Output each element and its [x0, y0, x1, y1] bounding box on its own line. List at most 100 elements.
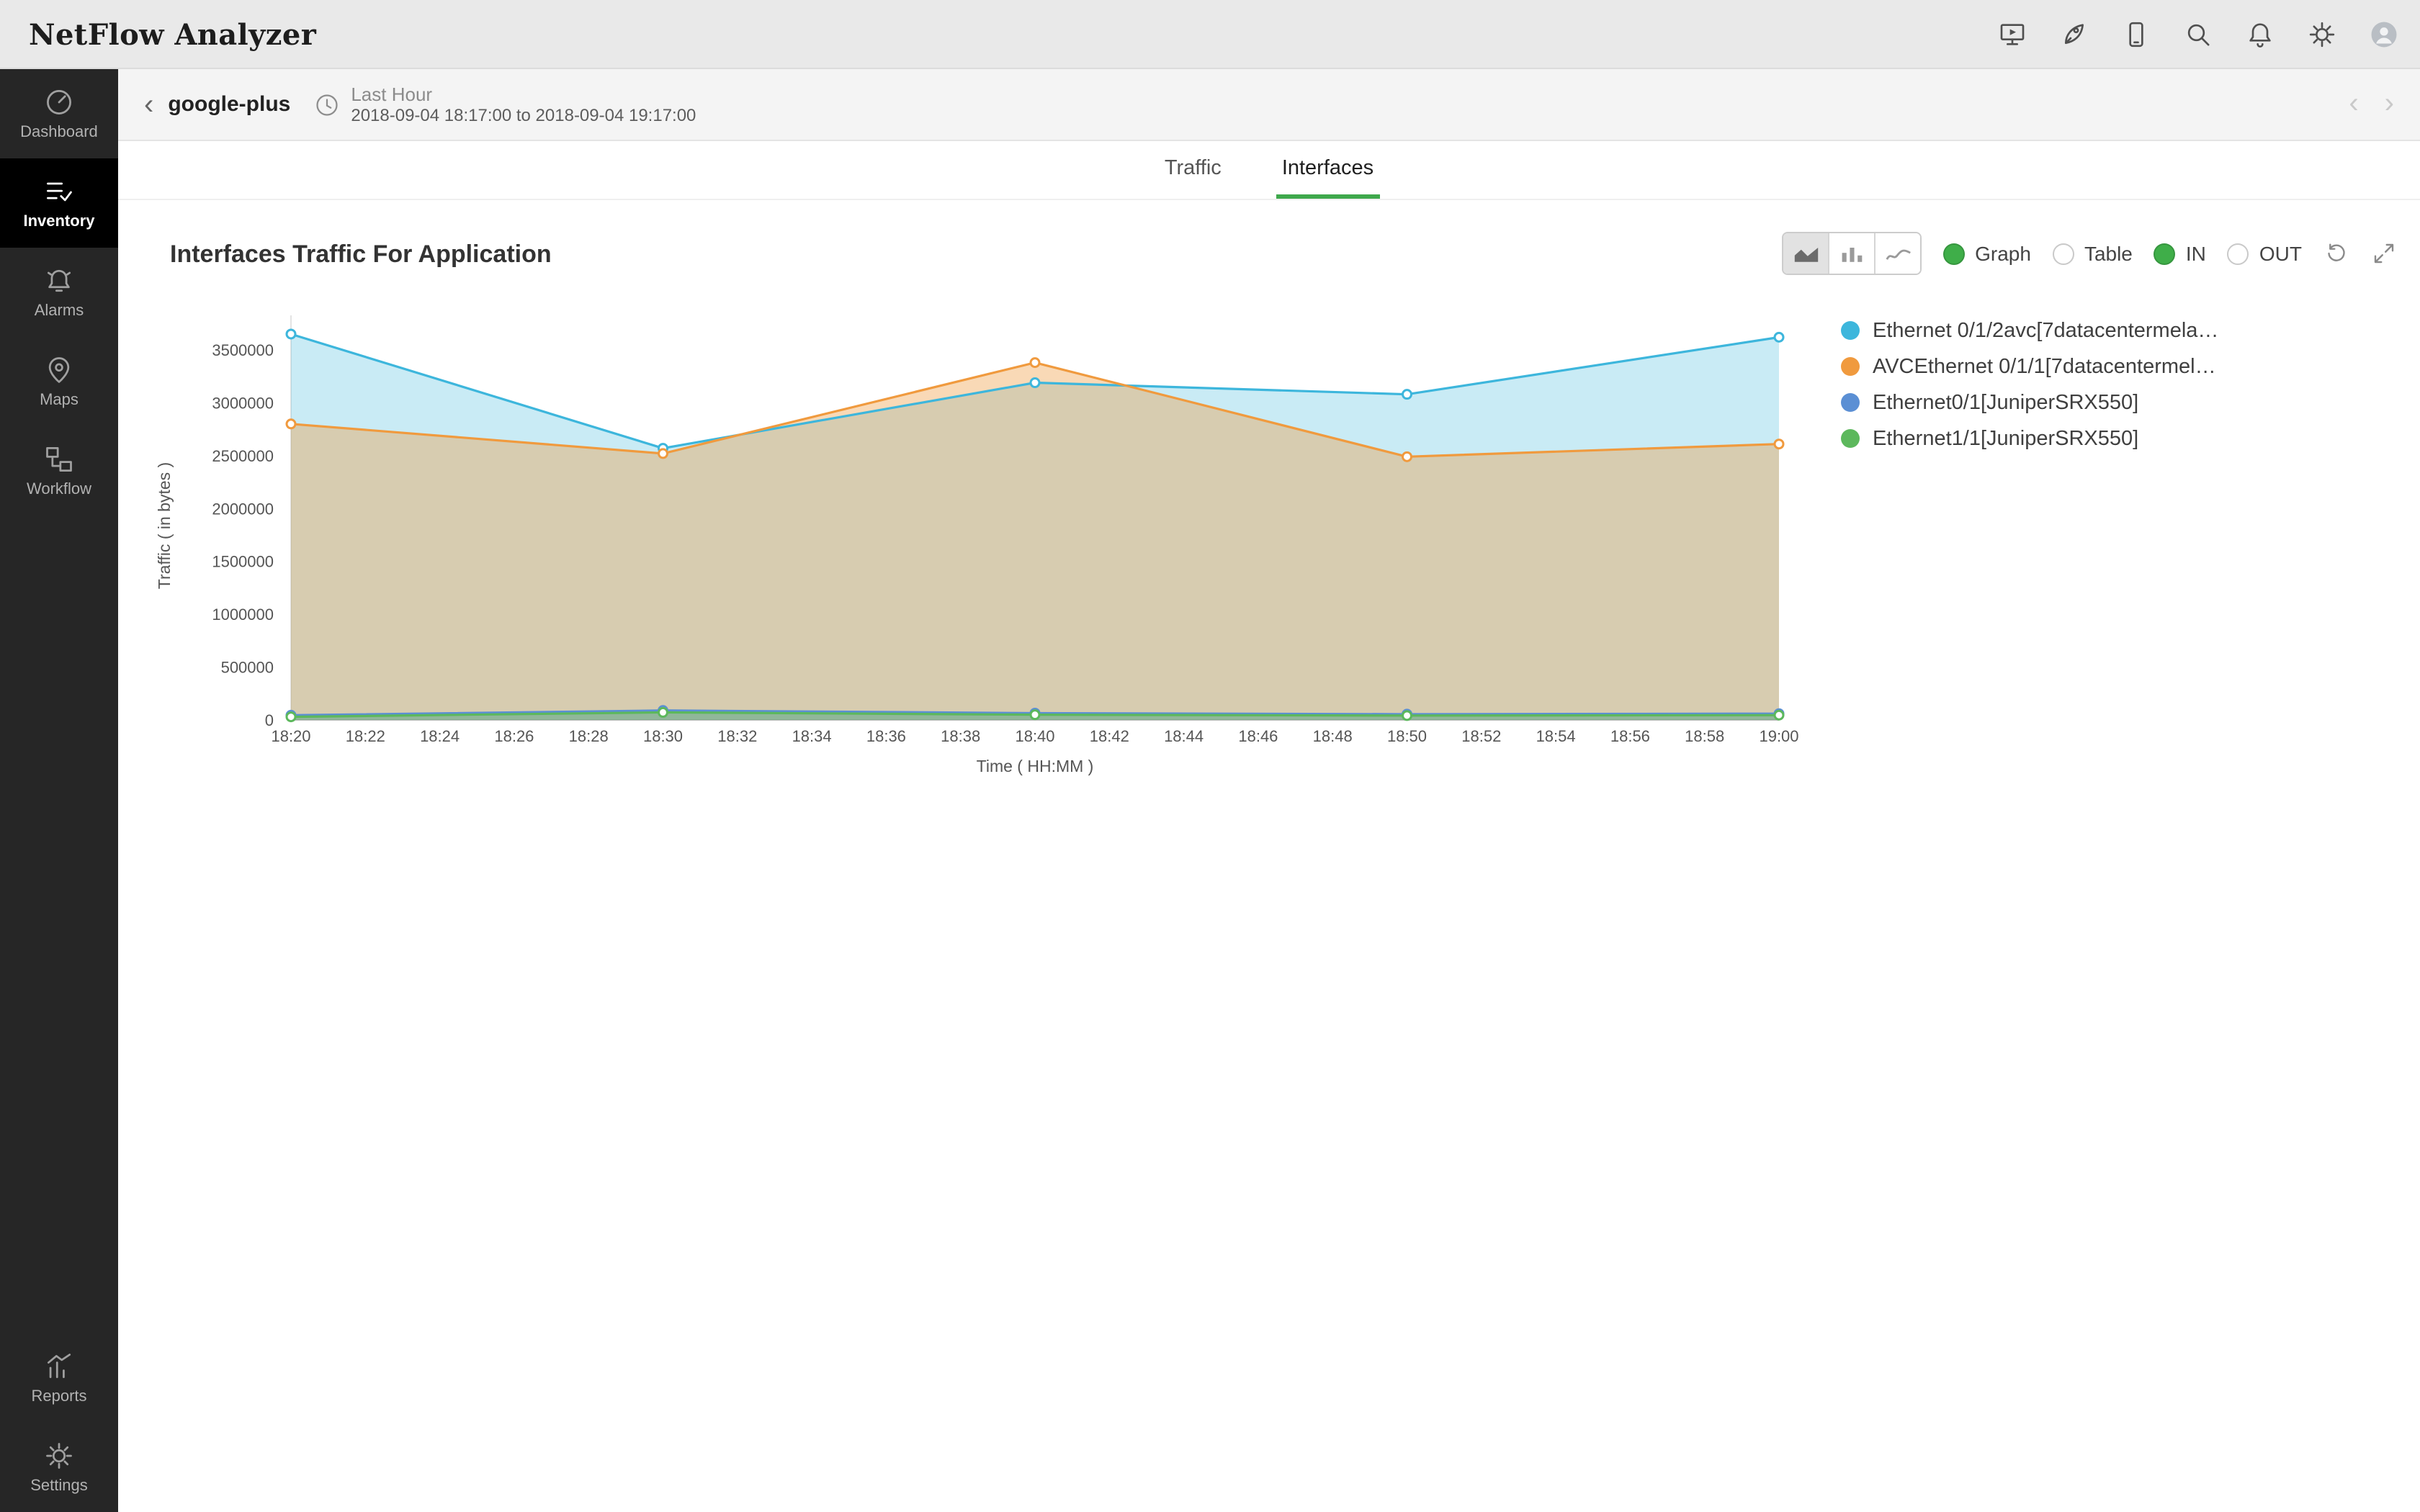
- legend-label: Ethernet 0/1/2avc[7datacentermela…: [1873, 319, 2218, 342]
- sidebar-item-label: Workflow: [27, 481, 91, 498]
- tab-interfaces[interactable]: Interfaces: [1276, 141, 1379, 199]
- alarms-bell-icon: [43, 265, 75, 297]
- legend-item[interactable]: Ethernet0/1[JuniperSRX550]: [1841, 384, 2273, 420]
- sidebar-item-workflow[interactable]: Workflow: [0, 426, 118, 516]
- legend-item[interactable]: Ethernet 0/1/2avc[7datacentermela…: [1841, 312, 2273, 348]
- bar-chart-type-button[interactable]: [1829, 233, 1876, 274]
- expand-icon[interactable]: [2371, 240, 2397, 266]
- sidebar-item-label: Reports: [31, 1388, 86, 1405]
- graph-radio-label: Graph: [1975, 242, 2031, 265]
- table-radio-dot[interactable]: [2053, 243, 2074, 264]
- graph-radio-dot[interactable]: [1943, 243, 1965, 264]
- training-icon[interactable]: [1996, 18, 2028, 50]
- reports-chart-icon: [43, 1351, 75, 1382]
- panel-title: Interfaces Traffic For Application: [170, 240, 552, 269]
- mobile-app-icon[interactable]: [2120, 18, 2152, 50]
- sidebar-item-settings[interactable]: Settings: [0, 1423, 118, 1512]
- topbar-icon-group: [1996, 18, 2400, 50]
- area-chart-type-button[interactable]: [1783, 233, 1829, 274]
- svg-text:18:38: 18:38: [941, 727, 980, 745]
- chart-type-group: [1782, 232, 1922, 275]
- launch-rocket-icon[interactable]: [2058, 18, 2090, 50]
- settings-gear-icon: [43, 1440, 75, 1472]
- legend-dot-icon: [1841, 393, 1860, 412]
- dashboard-gauge-icon: [43, 86, 75, 118]
- period-label: Last Hour: [351, 83, 696, 104]
- out-radio-label: OUT: [2259, 242, 2302, 265]
- svg-text:1000000: 1000000: [212, 606, 274, 624]
- tab-traffic[interactable]: Traffic: [1159, 141, 1227, 199]
- top-bar: NetFlow Analyzer: [0, 0, 2420, 69]
- svg-text:18:20: 18:20: [271, 727, 310, 745]
- traffic-chart[interactable]: 0500000100000015000002000000250000030000…: [118, 295, 1818, 796]
- legend-item[interactable]: AVCEthernet 0/1/1[7datacentermel…: [1841, 348, 2273, 384]
- svg-text:3500000: 3500000: [212, 341, 274, 359]
- sidebar-item-label: Dashboard: [20, 124, 98, 141]
- sidebar-item-maps[interactable]: Maps: [0, 337, 118, 426]
- legend-dot-icon: [1841, 357, 1860, 376]
- svg-text:18:32: 18:32: [717, 727, 757, 745]
- sidebar-item-dashboard[interactable]: Dashboard: [0, 69, 118, 158]
- svg-text:18:36: 18:36: [866, 727, 906, 745]
- svg-text:18:34: 18:34: [792, 727, 832, 745]
- legend-dot-icon: [1841, 321, 1860, 340]
- svg-text:18:56: 18:56: [1610, 727, 1650, 745]
- inventory-list-icon: [43, 176, 75, 207]
- table-radio[interactable]: Table: [2053, 242, 2133, 265]
- app-title: NetFlow Analyzer: [29, 17, 316, 51]
- out-radio-dot[interactable]: [2228, 243, 2249, 264]
- svg-text:18:26: 18:26: [494, 727, 534, 745]
- entity-name[interactable]: google-plus: [168, 92, 290, 117]
- chart-legend: Ethernet 0/1/2avc[7datacentermela… AVCEth…: [1841, 312, 2273, 456]
- legend-label: AVCEthernet 0/1/1[7datacentermel…: [1873, 355, 2216, 378]
- svg-text:Time ( HH:MM ): Time ( HH:MM ): [977, 757, 1094, 775]
- svg-text:18:42: 18:42: [1090, 727, 1129, 745]
- legend-dot-icon: [1841, 429, 1860, 448]
- svg-text:18:24: 18:24: [420, 727, 460, 745]
- svg-text:19:00: 19:00: [1759, 727, 1798, 745]
- sidebar-item-label: Inventory: [23, 213, 94, 230]
- svg-text:18:58: 18:58: [1685, 727, 1724, 745]
- sidebar-spacer: [0, 516, 118, 1333]
- bar-chart-icon: [1839, 244, 1865, 263]
- refresh-icon[interactable]: [2323, 240, 2349, 266]
- line-chart-type-button[interactable]: [1876, 233, 1920, 274]
- user-avatar[interactable]: [2368, 18, 2400, 50]
- tab-bar: Traffic Interfaces: [118, 141, 2420, 200]
- sidebar-item-reports[interactable]: Reports: [0, 1333, 118, 1423]
- search-icon[interactable]: [2182, 18, 2214, 50]
- area-chart-icon: [1793, 244, 1819, 263]
- svg-text:2000000: 2000000: [212, 500, 274, 518]
- svg-text:18:44: 18:44: [1164, 727, 1204, 745]
- panel-content: Interfaces Traffic For Application: [118, 200, 2420, 1512]
- sidebar-item-alarms[interactable]: Alarms: [0, 248, 118, 337]
- svg-text:18:54: 18:54: [1536, 727, 1576, 745]
- svg-text:18:52: 18:52: [1461, 727, 1501, 745]
- period-range: 2018-09-04 18:17:00 to 2018-09-04 19:17:…: [351, 104, 696, 126]
- graph-radio[interactable]: Graph: [1943, 242, 2031, 265]
- svg-text:18:48: 18:48: [1313, 727, 1353, 745]
- svg-text:18:40: 18:40: [1015, 727, 1054, 745]
- entity-header: ‹ google-plus Last Hour 2018-09-04 18:17…: [118, 69, 2420, 141]
- svg-text:18:30: 18:30: [643, 727, 683, 745]
- sidebar-item-inventory[interactable]: Inventory: [0, 158, 118, 248]
- pager-next-icon[interactable]: ›: [2385, 88, 2394, 121]
- table-radio-label: Table: [2084, 242, 2133, 265]
- svg-text:500000: 500000: [221, 659, 274, 677]
- svg-text:18:22: 18:22: [346, 727, 385, 745]
- in-radio[interactable]: IN: [2154, 242, 2206, 265]
- in-radio-dot[interactable]: [2154, 243, 2176, 264]
- maps-pin-icon: [43, 354, 75, 386]
- left-sidebar: Dashboard Inventory Alarms Maps Workflow: [0, 69, 118, 1512]
- svg-text:18:46: 18:46: [1238, 727, 1278, 745]
- legend-item[interactable]: Ethernet1/1[JuniperSRX550]: [1841, 420, 2273, 456]
- time-period[interactable]: Last Hour 2018-09-04 18:17:00 to 2018-09…: [351, 83, 696, 126]
- clock-icon: [313, 91, 339, 117]
- svg-text:3000000: 3000000: [212, 394, 274, 412]
- pager-prev-icon[interactable]: ‹: [2349, 88, 2358, 121]
- back-arrow[interactable]: ‹: [144, 90, 153, 119]
- settings-gear-icon[interactable]: [2306, 18, 2338, 50]
- pager: ‹ ›: [2349, 69, 2394, 140]
- notifications-bell-icon[interactable]: [2244, 18, 2276, 50]
- out-radio[interactable]: OUT: [2228, 242, 2302, 265]
